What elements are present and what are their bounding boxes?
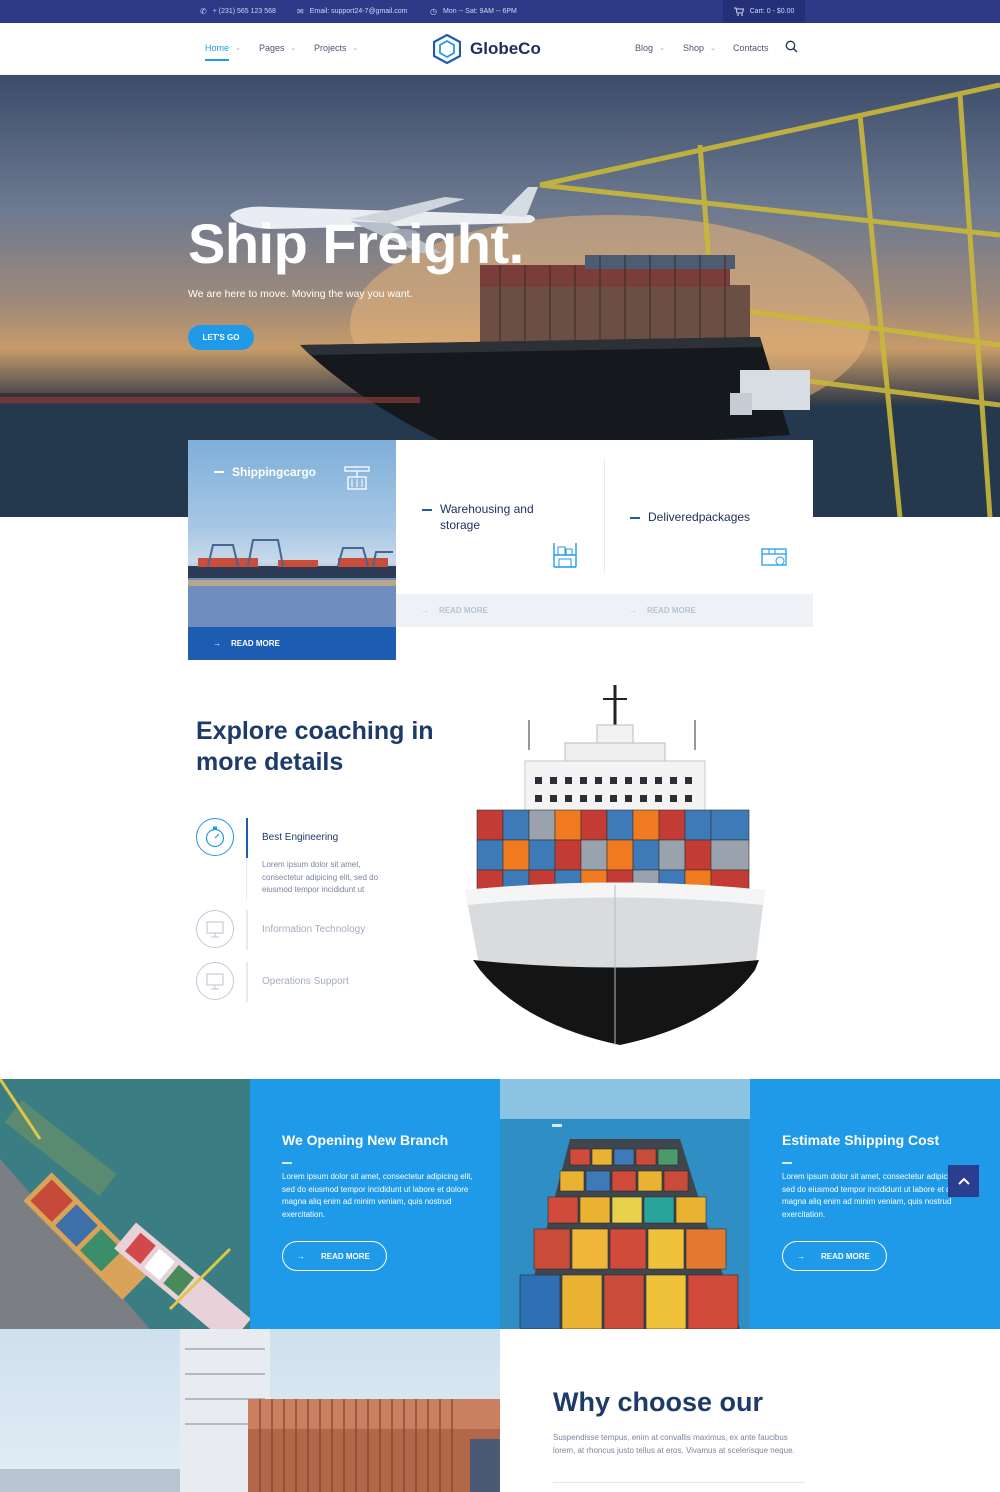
arrow-right-icon: → — [421, 606, 429, 615]
clock-icon: ◷ — [430, 7, 437, 16]
feature-information-technology[interactable]: Information Technology — [196, 910, 365, 950]
nav-shop-label: Shop — [683, 43, 705, 53]
nav-home[interactable]: Home ⌄ — [205, 43, 241, 61]
tile-text: Lorem ipsum dolor sit amet, consectetur … — [782, 1172, 973, 1219]
tile-title: We Opening New Branch — [282, 1132, 449, 1148]
read-more-label: READ MORE — [321, 1251, 370, 1261]
feature-divider — [246, 910, 248, 950]
arrow-right-icon: → — [797, 1251, 805, 1261]
feature-label: Best Engineering — [262, 832, 339, 843]
arrow-right-icon: → — [213, 639, 221, 648]
read-more-button[interactable]: → READ MORE — [282, 1241, 387, 1271]
nav-pages-label: Pages — [259, 43, 285, 53]
hero-subtitle: We are here to move. Moving the way you … — [188, 288, 413, 300]
phone-text: + (231) 565 123 568 — [212, 8, 276, 15]
read-more-warehousing[interactable]: → READ MORE — [421, 594, 488, 627]
feature-label: Information Technology — [262, 924, 366, 935]
tile-text: Lorem ipsum dolor sit amet, consectetur … — [282, 1172, 473, 1219]
tile-estimate-shipping: Estimate Shipping Cost Lorem ipsum dolor… — [750, 1079, 1000, 1329]
stopwatch-icon — [196, 818, 234, 856]
read-more-label: READ MORE — [231, 639, 280, 648]
main-header: Home ⌄ Pages ⌄ Projects ⌄ GlobeCo Blog ⌄… — [0, 23, 1000, 75]
nav-contacts-label: Contacts — [733, 43, 769, 53]
container-ship-image — [500, 1079, 750, 1329]
feature-best-engineering[interactable]: Best Engineering — [196, 818, 338, 858]
cart-icon — [733, 7, 744, 16]
chevron-down-icon: ⌄ — [290, 45, 297, 52]
nav-home-label: Home — [205, 43, 230, 53]
tile-new-branch: We Opening New Branch Lorem ipsum dolor … — [250, 1079, 500, 1329]
aerial-port-image — [0, 1079, 250, 1329]
feature-active-bar — [246, 818, 248, 858]
tile-dash — [782, 1162, 792, 1164]
feature-description: Lorem ipsum dolor sit amet, consectetur … — [262, 860, 379, 894]
why-divider — [553, 1482, 805, 1483]
hero-title: Ship Freight. — [188, 212, 524, 275]
lets-go-button[interactable]: LET'S GO — [188, 325, 254, 350]
nav-pages[interactable]: Pages ⌄ — [259, 43, 296, 53]
service-title-warehousing: Warehousing and storage — [422, 501, 572, 533]
search-icon[interactable] — [785, 40, 798, 53]
read-more-button[interactable]: → READ MORE — [782, 1241, 887, 1271]
brand-name: GlobeCo — [470, 39, 541, 58]
service-title-delivered: Deliveredpackages — [630, 509, 750, 525]
feature-divider — [246, 962, 248, 1002]
read-more-shipping[interactable]: → READ MORE — [188, 627, 396, 660]
nav-contacts[interactable]: Contacts — [733, 43, 769, 53]
phone-icon: ✆ — [200, 7, 207, 16]
monitor-icon — [196, 910, 234, 948]
service-card-warehousing[interactable]: Warehousing and storage — [396, 440, 604, 594]
scroll-to-top-button[interactable] — [948, 1165, 979, 1197]
read-more-label: READ MORE — [647, 606, 696, 615]
phone-info[interactable]: ✆ + (231) 565 123 568 — [200, 0, 276, 23]
email-text: Email: support24-7@gmail.com — [309, 8, 408, 15]
explore-heading: Explore coaching in more details — [196, 717, 434, 776]
why-choose-text: Suspendisse tempus, enim at convallis ma… — [553, 1433, 795, 1455]
monitor-icon — [196, 962, 234, 1000]
hours-text: Mon -- Sat: 9AM -- 6PM — [442, 8, 517, 15]
tile-dash — [282, 1162, 292, 1164]
cart-button[interactable]: Cart: 0 - $0.00 — [723, 0, 805, 23]
email-info[interactable]: ✉ Email: support24-7@gmail.com — [297, 0, 407, 23]
hours-info: ◷ Mon -- Sat: 9AM -- 6PM — [430, 0, 517, 23]
feature-desc-divider — [246, 858, 247, 900]
chevron-down-icon: ⌄ — [659, 45, 665, 52]
service-cards-footer: → READ MORE → READ MORE — [396, 594, 813, 627]
crane-container-icon — [344, 466, 370, 490]
warehouse-shelves-icon — [553, 543, 577, 568]
nav-shop[interactable]: Shop ⌄ — [683, 43, 716, 53]
chevron-down-icon: ⌄ — [235, 45, 241, 52]
read-more-label: READ MORE — [439, 606, 488, 615]
read-more-delivered[interactable]: → READ MORE — [629, 594, 696, 627]
chevron-down-icon: ⌄ — [352, 45, 359, 52]
why-choose-heading: Why choose our — [553, 1387, 764, 1417]
read-more-label: READ MORE — [821, 1251, 870, 1261]
cart-text: Cart: 0 - $0.00 — [749, 8, 795, 15]
nav-projects-label: Projects — [314, 43, 347, 53]
top-bar: ✆ + (231) 565 123 568 ✉ Email: support24… — [0, 0, 1000, 23]
service-card-delivered[interactable]: Deliveredpackages — [604, 440, 812, 594]
package-box-icon — [761, 548, 787, 566]
service-title-delivered-text: Deliveredpackages — [648, 510, 751, 524]
arrow-right-icon: → — [629, 606, 637, 615]
mail-icon: ✉ — [297, 7, 304, 16]
hexagon-logo-icon — [433, 34, 461, 64]
service-card-shipping[interactable]: Shippingcargo → READ MORE — [188, 440, 396, 660]
containers-stack-image — [0, 1329, 500, 1492]
service-title-warehousing-text: Warehousing and storage — [440, 502, 534, 532]
service-cards-white: Warehousing and storage Deliveredpackage… — [396, 440, 813, 594]
feature-label: Operations Support — [262, 976, 349, 987]
nav-projects[interactable]: Projects ⌄ — [314, 43, 358, 53]
nav-blog-label: Blog — [635, 43, 654, 53]
feature-operations-support[interactable]: Operations Support — [196, 962, 349, 1002]
cargo-ship-illustration — [465, 685, 765, 1045]
arrow-right-icon: → — [297, 1251, 305, 1261]
brand-logo[interactable]: GlobeCo — [433, 34, 541, 64]
chevron-down-icon: ⌄ — [710, 45, 716, 52]
chevron-up-icon — [957, 1177, 970, 1185]
service-title-shipping: Shippingcargo — [214, 465, 316, 479]
nav-blog[interactable]: Blog ⌄ — [635, 43, 665, 53]
tile-title: Estimate Shipping Cost — [782, 1132, 940, 1148]
